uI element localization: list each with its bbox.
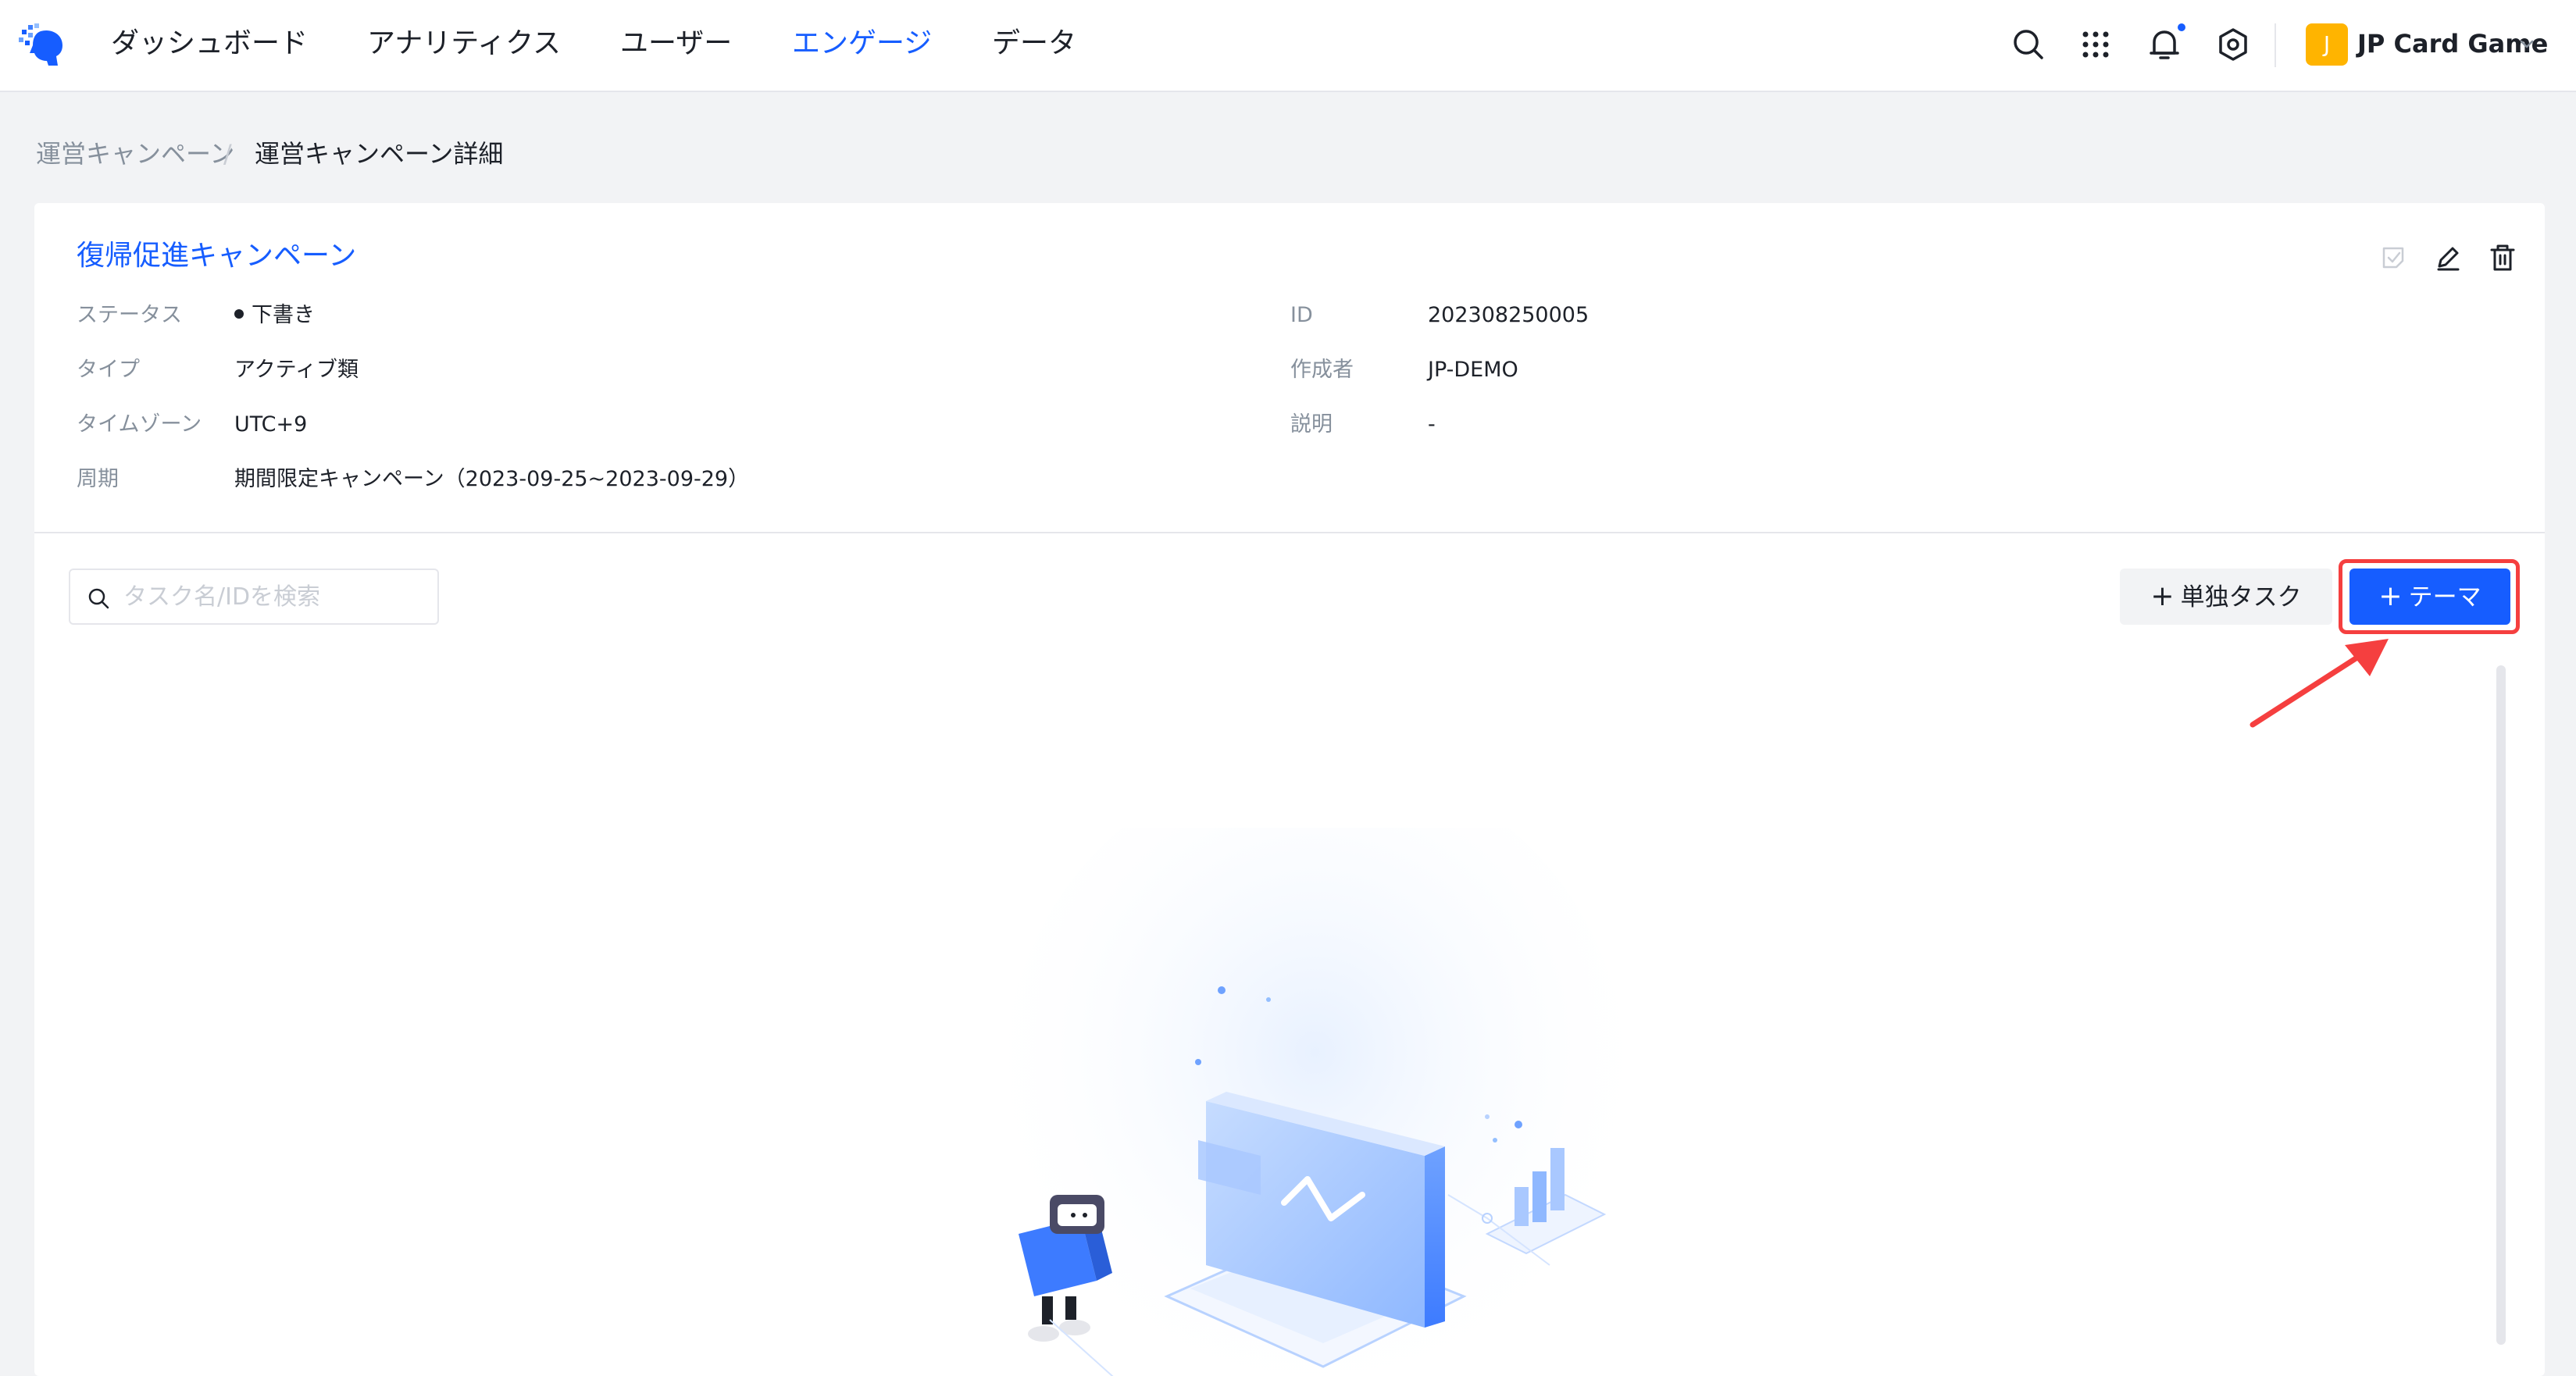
task-search-box[interactable] [69, 569, 439, 625]
task-search-input[interactable] [123, 579, 428, 614]
id-value: 202308250005 [1428, 303, 1589, 327]
nav-data[interactable]: データ [992, 27, 1076, 61]
nav-analytics[interactable]: アナリティクス [367, 27, 561, 61]
creator-value: JP-DEMO [1428, 358, 1518, 382]
app-logo-icon[interactable] [17, 20, 66, 70]
id-label: ID [1290, 303, 1313, 327]
nav-users[interactable]: ユーザー [620, 27, 732, 61]
period-value: 期間限定キャンペーン（2023-09-25~2023-09-29） [234, 467, 750, 491]
topbar-divider [2275, 23, 2276, 67]
search-icon[interactable] [2009, 25, 2048, 64]
empty-state-illustration [1003, 828, 1628, 1376]
plus-icon: + [2378, 580, 2403, 612]
scrollbar[interactable] [2496, 665, 2506, 1345]
search-icon [88, 588, 109, 609]
edit-icon[interactable] [2432, 242, 2464, 273]
breadcrumb-separator: / [223, 139, 232, 169]
publish-icon[interactable] [2378, 242, 2409, 273]
description-label: 説明 [1290, 412, 1333, 437]
type-label: タイプ [77, 358, 140, 382]
apps-grid-icon[interactable] [2076, 25, 2115, 64]
card-divider [34, 532, 2545, 533]
timezone-label: タイムゾーン [77, 412, 202, 437]
breadcrumb-current: 運営キャンペーン詳細 [255, 139, 504, 169]
description-value: - [1428, 412, 1436, 437]
settings-icon[interactable] [2214, 25, 2253, 64]
nav-dashboard[interactable]: ダッシュボード [111, 27, 308, 61]
chevron-down-icon[interactable] [2517, 34, 2537, 55]
top-nav-bar: ダッシュボード アナリティクス ユーザー エンゲージ データ J JP Card… [0, 0, 2576, 92]
status-text: 下書き [252, 303, 315, 327]
creator-label: 作成者 [1290, 358, 1354, 382]
breadcrumb-parent[interactable]: 運営キャンペーン [36, 137, 234, 170]
annotation-arrow-icon [2250, 639, 2389, 728]
add-theme-button[interactable]: + テーマ [2349, 569, 2510, 625]
add-single-task-button[interactable]: + 単独タスク [2120, 569, 2332, 625]
period-label: 周期 [77, 467, 119, 491]
add-theme-label: テーマ [2408, 583, 2481, 611]
project-avatar[interactable]: J [2306, 23, 2348, 66]
notification-dot [2176, 22, 2187, 33]
status-value: 下書き [234, 301, 315, 330]
type-value: アクティブ類 [234, 358, 359, 382]
campaign-detail-card: 復帰促進キャンペーン ステータス 下書き タイプ アクティブ類 タイムゾーン U… [34, 203, 2545, 1376]
status-dot [234, 308, 244, 319]
status-label: ステータス [77, 303, 182, 327]
nav-engage[interactable]: エンゲージ [792, 27, 932, 61]
campaign-title: 復帰促進キャンペーン [77, 240, 357, 272]
timezone-value: UTC+9 [234, 412, 308, 437]
add-single-task-label: 単独タスク [2180, 583, 2302, 611]
plus-icon: + [2150, 580, 2175, 612]
delete-icon[interactable] [2487, 242, 2518, 273]
